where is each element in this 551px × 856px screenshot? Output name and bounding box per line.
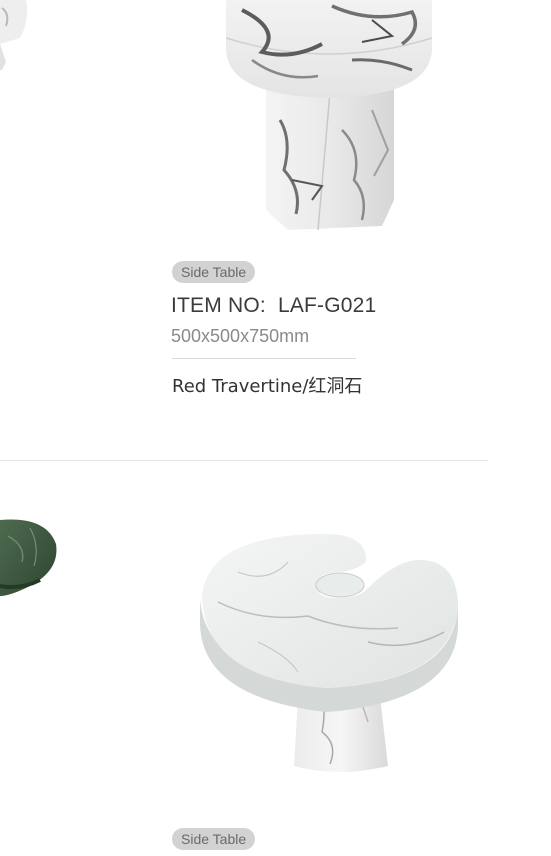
info-divider <box>172 358 356 359</box>
neighbor-product-image[interactable] <box>0 516 60 600</box>
product-card[interactable]: Side Table ITEM NO: LAF-G021 500x500x750m… <box>0 0 551 462</box>
neighbor-product-image[interactable] <box>0 0 40 70</box>
category-badge: Side Table <box>172 261 256 283</box>
item-number: ITEM NO: LAF-G021 <box>171 294 376 318</box>
category-badge: Side Table <box>172 828 256 850</box>
product-material: Red Travertine/红洞石 <box>172 376 363 397</box>
product-image[interactable] <box>222 0 436 236</box>
product-dimensions: 500x500x750mm <box>171 326 310 346</box>
item-number-value: LAF-G021 <box>277 294 377 317</box>
product-image[interactable] <box>198 532 462 776</box>
card-divider <box>0 460 488 461</box>
item-number-label: ITEM NO: <box>171 294 266 317</box>
product-list: Side Table ITEM NO: LAF-G021 500x500x750m… <box>0 0 551 856</box>
product-card[interactable]: Side Table <box>0 462 551 856</box>
